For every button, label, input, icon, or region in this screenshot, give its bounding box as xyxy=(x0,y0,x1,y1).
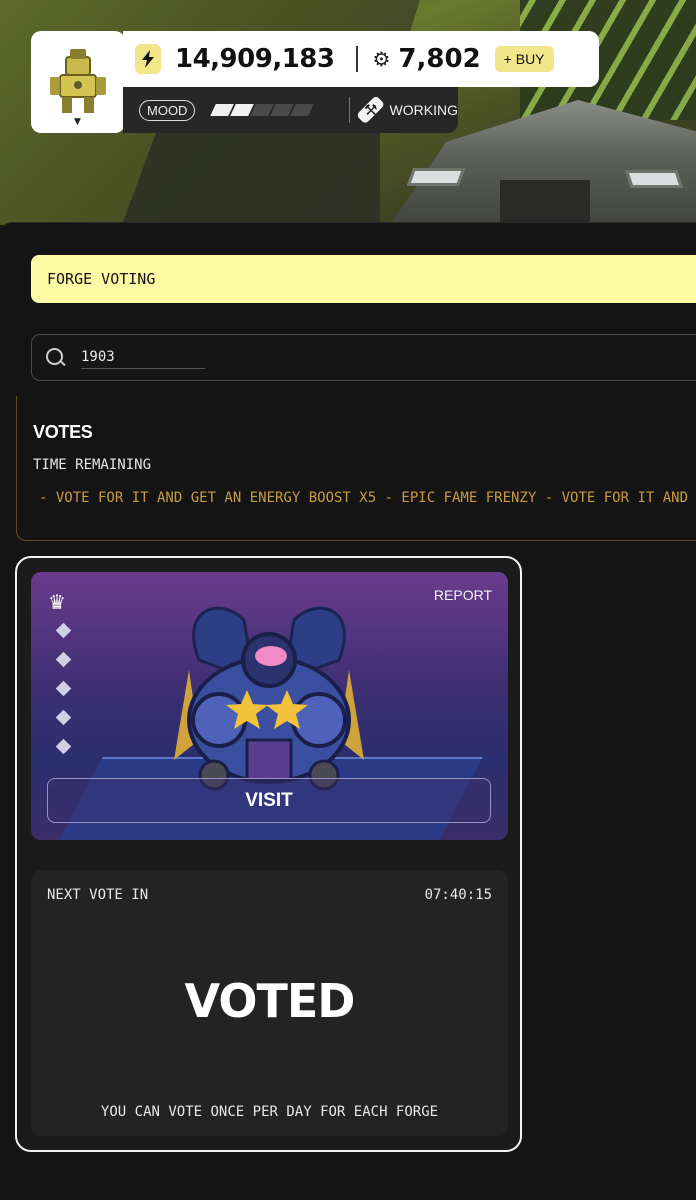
search-input[interactable] xyxy=(81,346,205,369)
mood-label: MOOD xyxy=(139,99,196,121)
gear-icon: ⚙ xyxy=(372,47,391,71)
bolt-icon xyxy=(135,44,161,74)
search-icon xyxy=(46,347,66,368)
robot-avatar-icon xyxy=(50,49,106,113)
visit-button[interactable]: VISIT xyxy=(47,778,491,823)
mood-bar: MOOD ⚒ WORKING xyxy=(123,87,458,133)
divider xyxy=(356,46,359,72)
votes-heading: VOTES xyxy=(33,422,93,442)
forge-preview: ♛ REPORT VISIT xyxy=(31,572,508,840)
forge-card: ♛ REPORT VISIT NEXT VOTE IN 07:40:15 VOT… xyxy=(15,556,522,1152)
mood-meter xyxy=(210,104,315,116)
votes-section: VOTES TIME REMAINING - VOTE FOR IT AND G… xyxy=(16,396,696,541)
countdown-timer: 07:40:15 xyxy=(424,887,492,903)
divider xyxy=(349,97,351,123)
coins-value: 7,802 xyxy=(398,44,481,74)
vote-status: VOTED xyxy=(184,974,356,1028)
promo-ticker: - VOTE FOR IT AND GET AN ENERGY BOOST X5… xyxy=(39,490,696,506)
page-title: FORGE VOTING xyxy=(31,255,696,303)
scene-doorway xyxy=(500,180,590,225)
avatar[interactable]: ▼ xyxy=(31,31,125,133)
main-panel: FORGE VOTING VOTES TIME REMAINING - VOTE… xyxy=(0,222,696,1200)
caret-down-icon: ▼ xyxy=(74,117,81,127)
vote-status-box: NEXT VOTE IN 07:40:15 VOTED YOU CAN VOTE… xyxy=(31,870,508,1136)
scene-window xyxy=(625,170,683,188)
buy-button[interactable]: + BUY xyxy=(494,46,554,72)
energy-value: 14,909,183 xyxy=(175,44,335,74)
scene-window xyxy=(406,168,466,186)
hammers-icon: ⚒ xyxy=(356,95,386,125)
next-vote-label: NEXT VOTE IN xyxy=(47,887,149,903)
diamond-icon xyxy=(55,680,72,697)
diamond-icon xyxy=(55,622,72,639)
vote-rule-text: YOU CAN VOTE ONCE PER DAY FOR EACH FORGE xyxy=(100,1104,439,1120)
diamond-icon xyxy=(55,709,72,726)
search-bar xyxy=(31,334,696,381)
time-remaining-label: TIME REMAINING xyxy=(33,457,152,473)
currency-bar: 14,909,183 ⚙ 7,802 + BUY xyxy=(123,31,599,87)
forge-mech-image xyxy=(174,606,364,791)
preview-dots xyxy=(55,622,72,755)
crest-icon: ♛ xyxy=(48,590,66,614)
diamond-icon xyxy=(55,651,72,668)
status-label: WORKING xyxy=(389,102,458,118)
mood-segment xyxy=(290,104,315,116)
diamond-icon xyxy=(55,738,72,755)
report-button[interactable]: REPORT xyxy=(434,587,492,603)
